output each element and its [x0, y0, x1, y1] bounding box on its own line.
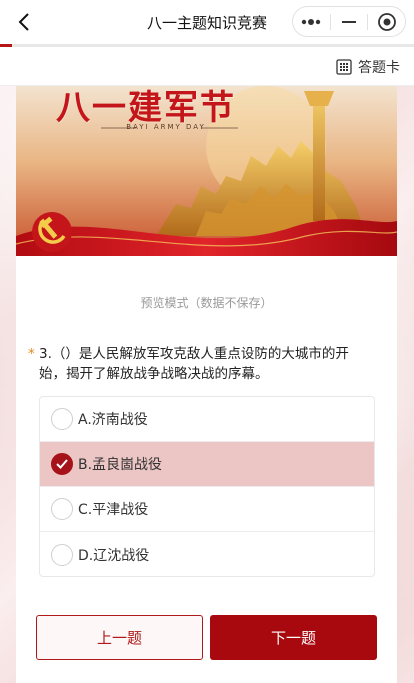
next-question-button[interactable]: 下一题 [210, 615, 377, 660]
banner-image: 八一建军节 BAYI ARMY DAY [16, 86, 397, 256]
option-label: A.济南战役 [78, 412, 148, 428]
required-mark: * [28, 346, 35, 362]
minus-icon [341, 20, 356, 23]
close-mini-program-button[interactable] [368, 7, 405, 36]
more-button[interactable] [293, 7, 330, 36]
options-list: A.济南战役 B.孟良崮战役 C.平津战役 D.辽沈战役 [39, 396, 375, 577]
answer-card-button[interactable]: 答题卡 [336, 57, 400, 77]
radio-checked-icon[interactable] [51, 453, 73, 475]
option-c[interactable]: C.平津战役 [40, 487, 374, 532]
minimize-button[interactable] [331, 7, 368, 36]
checkmark-icon [56, 459, 68, 469]
radio-unchecked-icon[interactable] [51, 543, 73, 566]
answer-card-bar: 答题卡 [0, 47, 414, 86]
preview-mode-notice: 预览模式（数据不保存） [140, 296, 273, 310]
banner-subtitle: BAYI ARMY DAY [126, 123, 206, 131]
question-text: 3.（）是人民解放军攻克敌人重点设防的大城市的开始，揭开了解放战争战略决战的序幕… [39, 346, 349, 382]
target-circle-icon [377, 12, 396, 31]
option-d[interactable]: D.辽沈战役 [40, 532, 374, 576]
more-dots-icon [302, 18, 321, 25]
progress-bar [0, 44, 414, 47]
mini-program-capsule [292, 6, 406, 37]
radio-unchecked-icon[interactable] [51, 408, 73, 430]
option-b[interactable]: B.孟良崮战役 [40, 442, 374, 487]
grid-icon [336, 59, 352, 75]
progress-fill [0, 44, 13, 47]
radio-unchecked-icon[interactable] [51, 498, 73, 520]
answer-card-label: 答题卡 [358, 60, 400, 76]
question: * 3.（）是人民解放军攻克敌人重点设防的大城市的开始，揭开了解放战争战略决战的… [28, 344, 368, 384]
quiz-panel: 八一建军节 BAYI ARMY DAY 预览模式（数据不保存） * 3.（）是人… [16, 86, 397, 683]
top-navigation-bar: 八一主题知识竞赛 [0, 0, 414, 44]
option-a[interactable]: A.济南战役 [40, 397, 374, 442]
option-label: D.辽沈战役 [78, 547, 150, 564]
option-label: C.平津战役 [78, 502, 149, 518]
previous-question-button[interactable]: 上一题 [36, 615, 203, 660]
option-label: B.孟良崮战役 [78, 457, 163, 473]
